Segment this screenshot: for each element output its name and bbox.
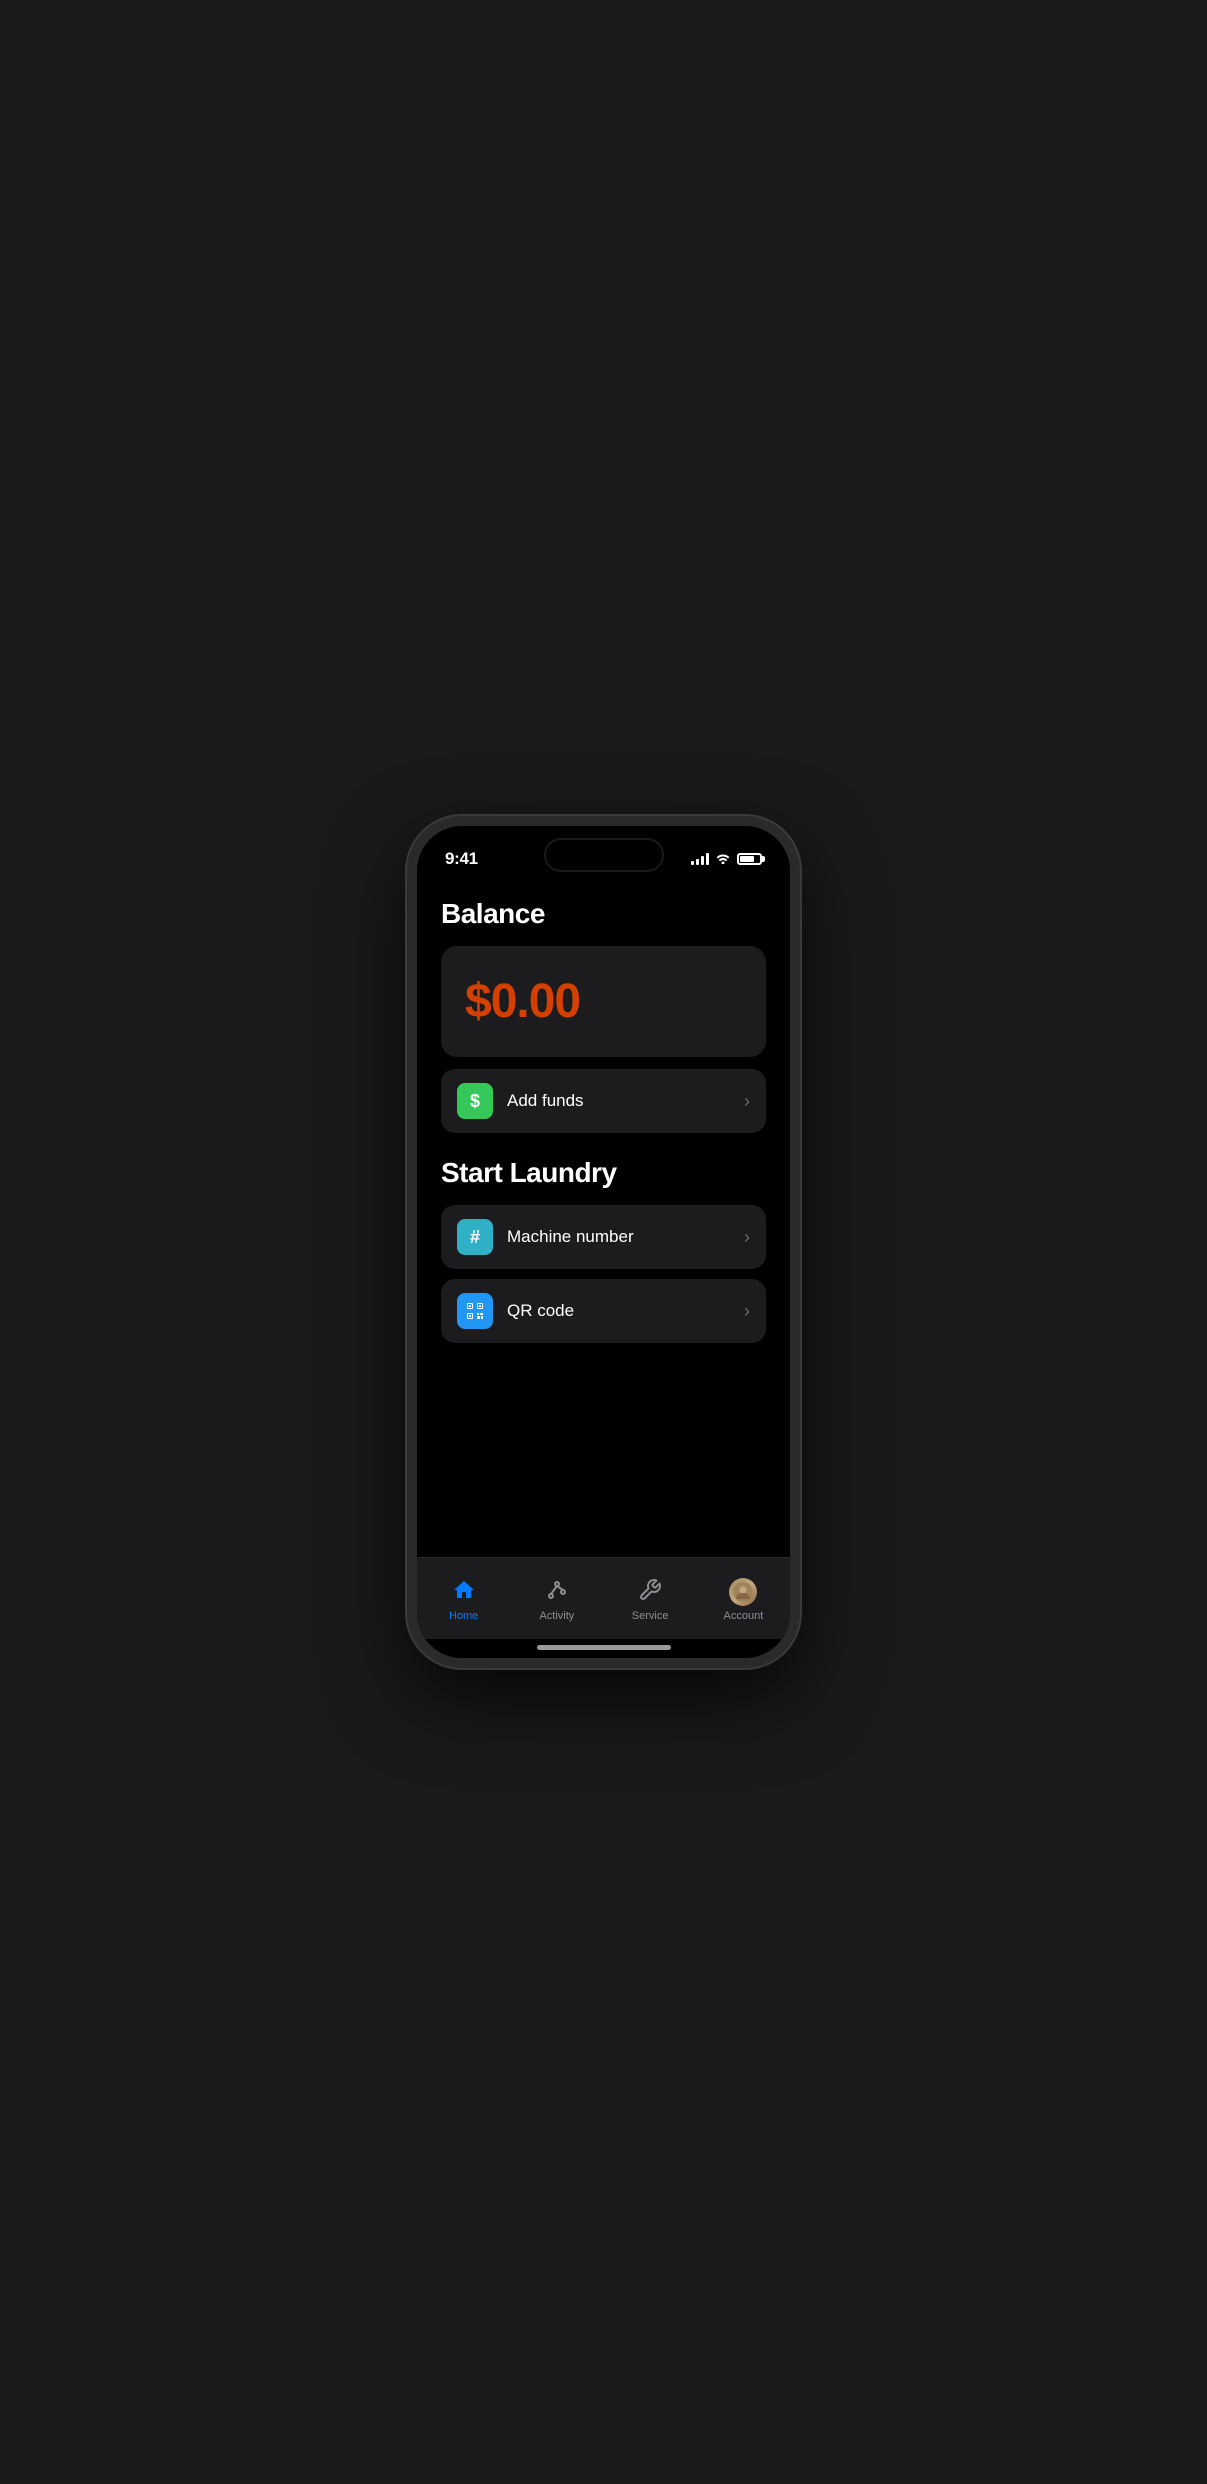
machine-number-button[interactable]: # Machine number › (441, 1205, 766, 1269)
nav-activity[interactable]: Activity (510, 1578, 603, 1622)
home-icon (452, 1578, 476, 1606)
status-icons (691, 851, 762, 867)
dollar-icon: $ (470, 1091, 480, 1112)
nav-account[interactable]: Account (697, 1578, 790, 1622)
add-funds-label: Add funds (507, 1091, 584, 1111)
account-avatar (729, 1578, 757, 1606)
qr-code-left: QR code (457, 1293, 574, 1329)
add-funds-left: $ Add funds (457, 1083, 584, 1119)
machine-number-label: Machine number (507, 1227, 634, 1247)
dynamic-island (544, 838, 664, 872)
home-indicator (537, 1645, 671, 1650)
machine-number-left: # Machine number (457, 1219, 634, 1255)
battery-icon (737, 853, 762, 865)
service-nav-label: Service (632, 1610, 669, 1622)
account-nav-label: Account (724, 1610, 764, 1622)
signal-bar-1 (691, 861, 694, 865)
laundry-title: Start Laundry (441, 1157, 766, 1189)
signal-bars-icon (691, 853, 709, 865)
service-icon (638, 1578, 662, 1606)
balance-amount: $0.00 (465, 975, 580, 1028)
dollar-icon-wrapper: $ (457, 1083, 493, 1119)
activity-nav-label: Activity (539, 1610, 574, 1622)
bottom-nav: Home Activity (417, 1557, 790, 1639)
add-funds-chevron-icon: › (744, 1091, 750, 1112)
activity-icon (545, 1578, 569, 1606)
signal-bar-4 (706, 853, 709, 865)
home-nav-label: Home (449, 1610, 478, 1622)
battery-fill (740, 856, 754, 862)
qr-code-icon (465, 1301, 485, 1321)
nav-service[interactable]: Service (604, 1578, 697, 1622)
qr-code-button[interactable]: QR code › (441, 1279, 766, 1343)
qr-icon-wrapper (457, 1293, 493, 1329)
machine-number-chevron-icon: › (744, 1227, 750, 1248)
phone-frame: 9:41 Balance (407, 816, 800, 1668)
qr-code-chevron-icon: › (744, 1301, 750, 1322)
qr-code-label: QR code (507, 1301, 574, 1321)
nav-home[interactable]: Home (417, 1578, 510, 1622)
signal-bar-3 (701, 856, 704, 865)
signal-bar-2 (696, 859, 699, 865)
hash-icon-wrapper: # (457, 1219, 493, 1255)
hash-icon: # (470, 1227, 480, 1248)
laundry-section: Start Laundry # Machine number › (441, 1157, 766, 1343)
add-funds-button[interactable]: $ Add funds › (441, 1069, 766, 1133)
balance-title: Balance (441, 898, 766, 930)
main-content: Balance $0.00 $ Add funds › Start Laundr… (417, 878, 790, 1557)
balance-card: $0.00 (441, 946, 766, 1057)
phone-inner: 9:41 Balance (417, 826, 790, 1658)
status-time: 9:41 (445, 849, 478, 869)
user-avatar (729, 1578, 757, 1606)
wifi-icon (715, 851, 731, 867)
